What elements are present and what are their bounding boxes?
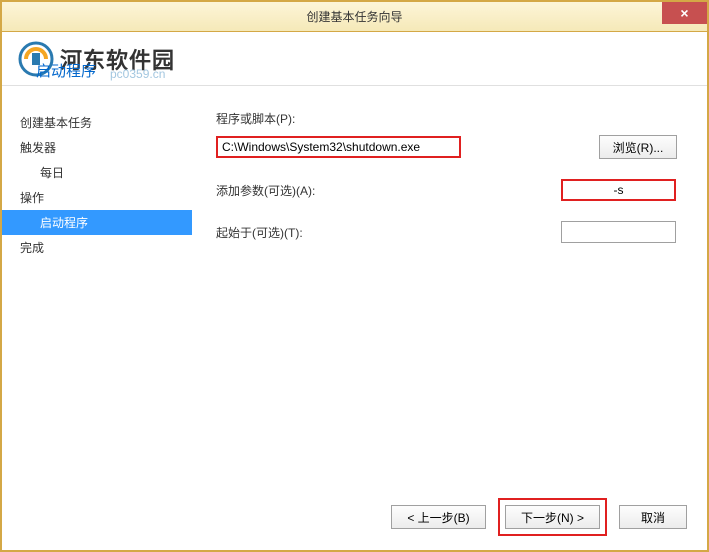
wizard-sidebar: 创建基本任务 触发器 每日 操作 启动程序 完成 — [2, 86, 192, 506]
sidebar-item-action[interactable]: 操作 — [20, 185, 192, 210]
args-value: -s — [567, 183, 670, 197]
wizard-header: 河东软件园 启动程序 pc0359.cn — [2, 32, 707, 86]
startin-label: 起始于(可选)(T): — [216, 224, 326, 241]
program-label: 程序或脚本(P): — [216, 110, 326, 127]
args-input[interactable]: -s — [561, 179, 676, 201]
sidebar-item-finish[interactable]: 完成 — [20, 235, 192, 260]
close-button[interactable]: × — [662, 2, 707, 24]
wizard-footer: < 上一步(B) 下一步(N) > 取消 — [391, 498, 687, 536]
program-row: C:\Windows\System32\shutdown.exe 浏览(R)..… — [216, 135, 677, 159]
cancel-wrap: 取消 — [619, 498, 687, 536]
wizard-content: 创建基本任务 触发器 每日 操作 启动程序 完成 程序或脚本(P): C:\Wi… — [2, 86, 707, 506]
cancel-button[interactable]: 取消 — [619, 505, 687, 529]
program-input[interactable]: C:\Windows\System32\shutdown.exe — [216, 136, 461, 158]
program-value: C:\Windows\System32\shutdown.exe — [222, 140, 420, 154]
sidebar-item-create-task[interactable]: 创建基本任务 — [20, 110, 192, 135]
window-title: 创建基本任务向导 — [306, 8, 402, 25]
watermark-url: pc0359.cn — [110, 67, 165, 81]
startin-row: 起始于(可选)(T): — [216, 221, 677, 243]
next-button[interactable]: 下一步(N) > — [505, 505, 600, 529]
args-label: 添加参数(可选)(A): — [216, 182, 326, 199]
page-heading: 启动程序 — [36, 60, 96, 81]
sidebar-item-start-program[interactable]: 启动程序 — [2, 210, 192, 235]
close-icon: × — [680, 5, 688, 21]
browse-button[interactable]: 浏览(R)... — [599, 135, 677, 159]
sidebar-item-trigger[interactable]: 触发器 — [20, 135, 192, 160]
back-button[interactable]: < 上一步(B) — [391, 505, 486, 529]
titlebar: 创建基本任务向导 × — [2, 2, 707, 32]
startin-input[interactable] — [561, 221, 676, 243]
back-wrap: < 上一步(B) — [391, 498, 486, 536]
args-row: 添加参数(可选)(A): -s — [216, 179, 677, 201]
wizard-main: 程序或脚本(P): C:\Windows\System32\shutdown.e… — [192, 86, 707, 506]
sidebar-item-daily[interactable]: 每日 — [20, 160, 192, 185]
next-highlight: 下一步(N) > — [498, 498, 607, 536]
